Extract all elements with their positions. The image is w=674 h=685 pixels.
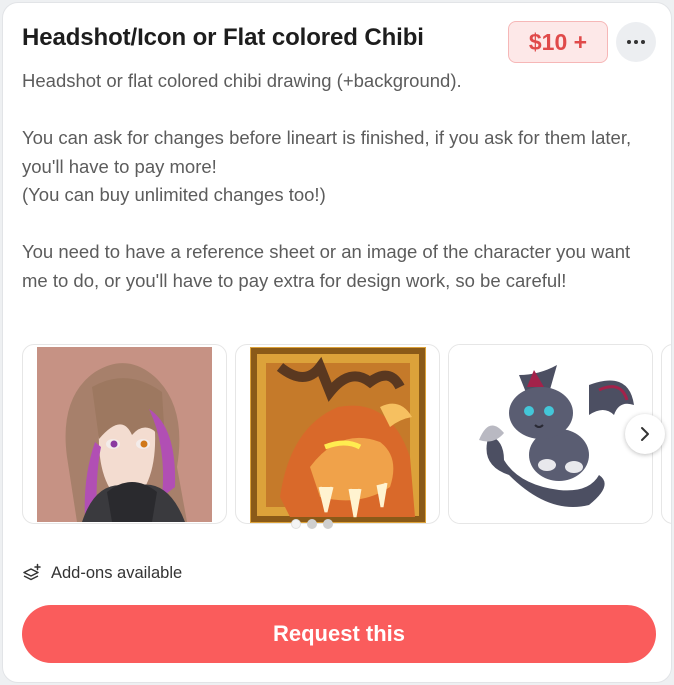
gallery-image-2[interactable] [235, 344, 440, 524]
commission-title: Headshot/Icon or Flat colored Chibi [22, 24, 424, 51]
gallery-image-1[interactable] [22, 344, 227, 524]
more-horizontal-icon [627, 40, 631, 44]
addons-indicator: Add-ons available [22, 563, 182, 583]
addons-label: Add-ons available [51, 563, 183, 582]
dragon-headshot-image [250, 347, 426, 523]
commission-description: Headshot or flat colored chibi drawing (… [22, 70, 632, 291]
gallery-image-3[interactable] [448, 344, 653, 524]
request-button[interactable]: Request this [22, 605, 656, 663]
gallery-pagination [291, 519, 333, 529]
layers-plus-icon [23, 563, 41, 581]
character-headshot-image [37, 347, 212, 522]
image-gallery [22, 344, 671, 524]
price-badge: $10 + [508, 21, 608, 63]
pagination-dot[interactable] [323, 519, 333, 529]
commission-card: Headshot/Icon or Flat colored Chibi $10 … [2, 2, 672, 683]
gallery-next-button[interactable] [625, 414, 665, 454]
pagination-dot[interactable] [307, 519, 317, 529]
chevron-right-icon [641, 427, 649, 441]
chibi-dragon-image [449, 345, 652, 523]
more-options-button[interactable] [616, 22, 656, 62]
pagination-dot[interactable] [291, 519, 301, 529]
